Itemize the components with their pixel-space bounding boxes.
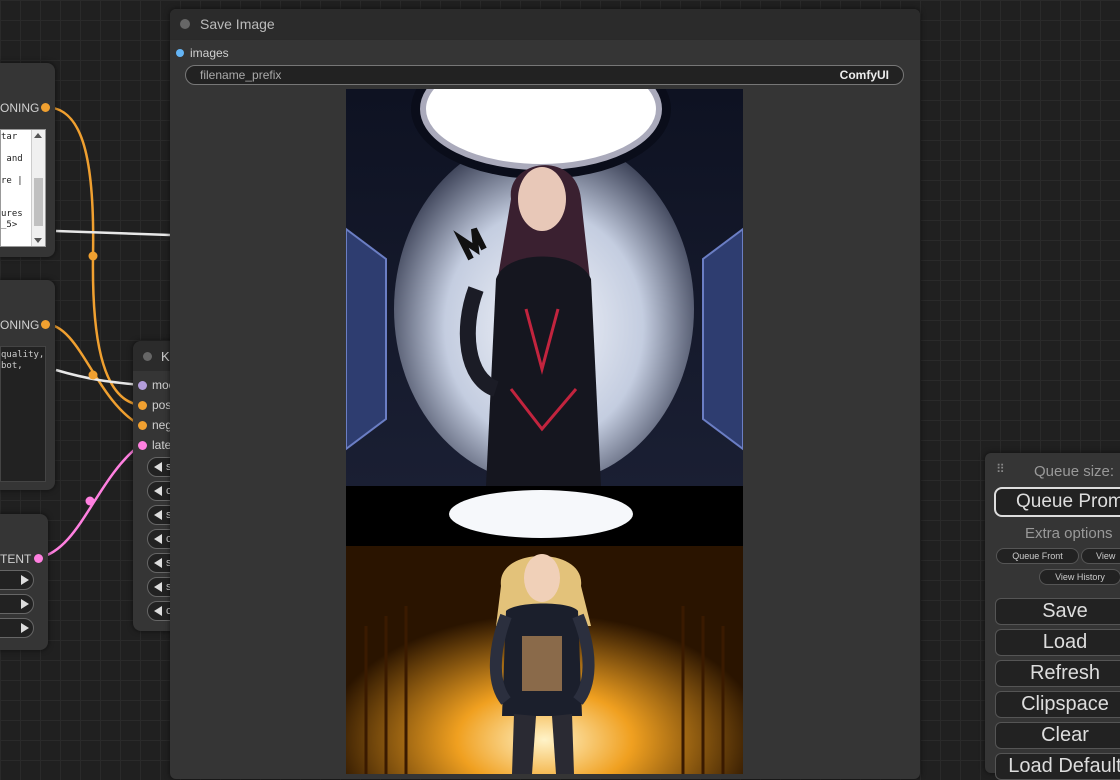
save-button[interactable]: Save (995, 598, 1120, 625)
decrement-arrow-icon[interactable] (154, 510, 162, 520)
negative-input-dot[interactable] (138, 421, 147, 430)
latent-width-widget[interactable] (0, 570, 34, 590)
filename-prefix-label: filename_prefix (200, 68, 282, 82)
decrement-arrow-icon[interactable] (154, 486, 162, 496)
load-button[interactable]: Load (995, 629, 1120, 656)
save-image-node[interactable]: Save Image images filename_prefix ComfyU… (170, 9, 920, 779)
extra-options-label: Extra options (1025, 525, 1113, 542)
load-default-button[interactable]: Load Default (995, 753, 1120, 780)
latent-batch-widget[interactable] (0, 618, 34, 638)
negative-output-label: ONING (0, 318, 40, 332)
drag-handle-icon[interactable]: ⠿ (996, 462, 1005, 476)
queue-prompt-button[interactable]: Queue Prompt (994, 487, 1120, 517)
model-input-dot[interactable] (138, 381, 147, 390)
positive-output-label: ONING (0, 101, 40, 115)
positive-output-dot[interactable] (41, 103, 50, 112)
decrement-arrow-icon[interactable] (154, 558, 162, 568)
images-input-label: images (190, 46, 229, 60)
output-image-1[interactable] (346, 89, 743, 486)
positive-input-dot[interactable] (138, 401, 147, 410)
textarea-scrollbar[interactable] (31, 130, 45, 246)
positive-prompt-text: tar and re | ures _5> (1, 132, 23, 230)
latent-output-label: TENT (0, 552, 32, 566)
latent-input-dot[interactable] (138, 441, 147, 450)
collapse-dot[interactable] (180, 19, 190, 29)
view-queue-button[interactable]: View (1081, 548, 1120, 564)
clipspace-button[interactable]: Clipspace (995, 691, 1120, 718)
clear-button[interactable]: Clear (995, 722, 1120, 749)
latent-output-dot[interactable] (34, 554, 43, 563)
negative-prompt-textarea[interactable]: quality, bot, (0, 346, 46, 482)
positive-prompt-textarea[interactable]: tar and re | ures _5> (0, 129, 46, 247)
negative-prompt-node[interactable]: ONING quality, bot, (0, 280, 55, 490)
negative-prompt-text: quality, bot, (1, 350, 45, 371)
queue-size-label: Queue size: (1034, 463, 1115, 480)
decrement-arrow-icon[interactable] (154, 534, 162, 544)
latent-height-widget[interactable] (0, 594, 34, 614)
negative-output-dot[interactable] (41, 320, 50, 329)
queue-front-button[interactable]: Queue Front (996, 548, 1079, 564)
increment-arrow-icon[interactable] (21, 575, 29, 585)
decrement-arrow-icon[interactable] (154, 462, 162, 472)
increment-arrow-icon[interactable] (21, 599, 29, 609)
output-image-2[interactable] (346, 486, 743, 774)
save-image-title: Save Image (200, 16, 275, 32)
images-input-dot[interactable] (176, 49, 184, 57)
empty-latent-node[interactable]: TENT (0, 514, 48, 650)
latent-input-label: late (152, 438, 172, 452)
decrement-arrow-icon[interactable] (154, 582, 162, 592)
increment-arrow-icon[interactable] (21, 623, 29, 633)
filename-prefix-widget[interactable]: filename_prefix ComfyUI (185, 65, 904, 85)
collapse-dot[interactable] (143, 352, 152, 361)
save-image-title-bar[interactable] (170, 9, 920, 40)
positive-prompt-node[interactable]: ONING tar and re | ures _5> (0, 63, 55, 257)
view-history-button[interactable]: View History (1039, 569, 1120, 585)
ksampler-title: K (161, 349, 170, 364)
filename-prefix-value: ComfyUI (839, 68, 889, 82)
positive-input-label: pos (152, 398, 172, 412)
decrement-arrow-icon[interactable] (154, 606, 162, 616)
refresh-button[interactable]: Refresh (995, 660, 1120, 687)
